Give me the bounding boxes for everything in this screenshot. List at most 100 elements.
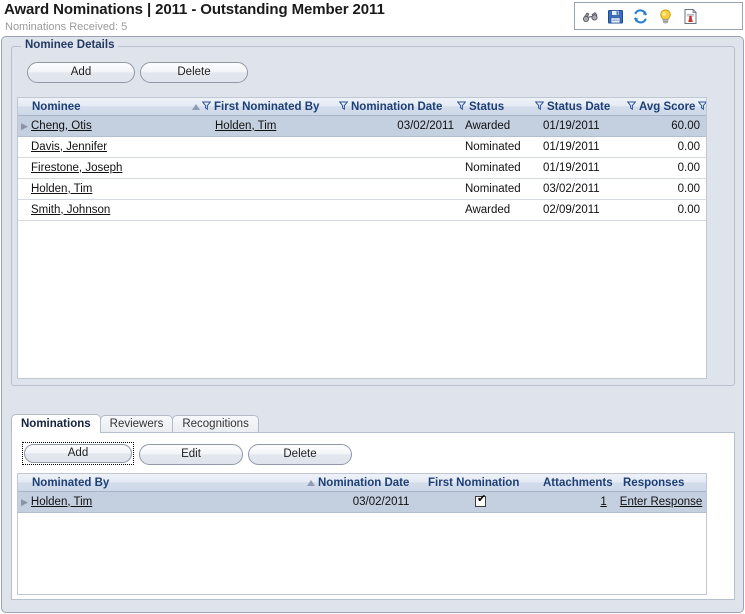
- cell-first-nominated-by: [192, 137, 339, 158]
- cell-status: Nominated: [465, 182, 521, 195]
- filter-funnel-icon[interactable]: [457, 98, 467, 116]
- cell-status-date: 01/19/2011: [543, 140, 600, 153]
- nominee-details-legend: Nominee Details: [21, 39, 119, 51]
- nominations-grid-body: ▶ Holden, Tim 03/02/2011 ✔ 1 Enter Response: [18, 492, 706, 513]
- cell-status: Nominated: [465, 161, 521, 174]
- row-indicator: ▶: [21, 120, 28, 131]
- cell-responses: Enter Response: [617, 492, 706, 513]
- save-icon[interactable]: [607, 8, 624, 25]
- table-row[interactable]: ▶ Cheng, Otis Holden, Tim 03/02/2011 Awarded…: [18, 116, 706, 137]
- nominations-col-attachments[interactable]: Attachments: [542, 474, 622, 492]
- nominee-add-button[interactable]: Add: [27, 62, 135, 83]
- first-nominated-by-link[interactable]: Holden, Tim: [215, 120, 276, 132]
- cell-avg-score: 0.00: [677, 182, 700, 195]
- table-row[interactable]: Smith, Johnson Awarded 02/09/2011 0.00: [18, 200, 706, 221]
- cell-nominee: Cheng, Otis: [31, 116, 192, 137]
- cell-status: Awarded: [465, 203, 511, 216]
- nominee-link[interactable]: Davis, Jennifer: [31, 141, 107, 153]
- report-icon[interactable]: [682, 8, 699, 25]
- tab-reviewers[interactable]: Reviewers: [99, 415, 174, 433]
- nominations-grid: Nominated By Nomination Date First Nomin…: [17, 473, 707, 595]
- cell-status-date: 02/09/2011: [543, 203, 600, 216]
- window-panel: Nominee Details Add Delete Nominee First…: [1, 36, 744, 613]
- nominee-grid: Nominee First Nominated By Nomination Da…: [17, 97, 707, 379]
- cell-first-nominated-by: Holden, Tim: [192, 116, 339, 137]
- cell-attachments: 1: [537, 492, 616, 513]
- nominee-col-rowmark: [18, 98, 31, 116]
- cell-nomination-date: [339, 200, 457, 221]
- cell-nomination-date: [339, 179, 457, 200]
- enter-response-link[interactable]: Enter Response: [620, 496, 702, 508]
- cell-first-nominated-by: [192, 200, 339, 221]
- lightbulb-icon[interactable]: [657, 8, 674, 25]
- cell-nominee: Davis, Jennifer: [31, 137, 192, 158]
- refresh-icon[interactable]: [632, 8, 649, 25]
- nominations-panel: Add Edit Delete Nominated By Nomination …: [11, 432, 735, 600]
- cell-nominee: Smith, Johnson: [31, 200, 192, 221]
- nominee-details-group: Nominee Details Add Delete Nominee First…: [11, 39, 735, 386]
- cell-avg-score: 0.00: [677, 203, 700, 216]
- sort-ascending-icon: [307, 479, 315, 486]
- page-title: Award Nominations | 2011 - Outstanding M…: [4, 1, 385, 18]
- table-row[interactable]: ▶ Holden, Tim 03/02/2011 ✔ 1 Enter Response: [18, 492, 706, 513]
- nominations-edit-button[interactable]: Edit: [139, 444, 243, 465]
- nominee-col-status-date[interactable]: Status Date: [535, 98, 627, 116]
- nominated-by-link[interactable]: Holden, Tim: [31, 496, 92, 508]
- nominee-col-nominee[interactable]: Nominee: [31, 98, 192, 116]
- nominee-delete-button[interactable]: Delete: [140, 62, 248, 83]
- nominations-delete-button[interactable]: Delete: [248, 444, 352, 465]
- cell-nomination-date: 03/02/2011: [352, 495, 410, 508]
- nominations-add-button[interactable]: Add: [24, 444, 132, 463]
- cell-status-date: 01/19/2011: [543, 119, 600, 132]
- cell-avg-score: 0.00: [677, 161, 700, 174]
- nominee-link[interactable]: Holden, Tim: [31, 183, 92, 195]
- tab-recognitions[interactable]: Recognitions: [172, 415, 259, 433]
- cell-avg-score: 0.00: [677, 140, 700, 153]
- sort-ascending-icon: [192, 103, 200, 110]
- nominations-col-nomination-date[interactable]: Nomination Date: [307, 474, 427, 492]
- table-row[interactable]: Holden, Tim Nominated 03/02/2011 0.00: [18, 179, 706, 200]
- nominee-link[interactable]: Firestone, Joseph: [31, 162, 122, 174]
- binoculars-icon[interactable]: [582, 8, 599, 25]
- cell-avg-score: 60.00: [671, 119, 700, 132]
- first-nomination-checkbox[interactable]: ✔: [474, 493, 486, 507]
- table-row[interactable]: Firestone, Joseph Nominated 01/19/2011 0.00: [18, 158, 706, 179]
- nominations-add-focus-ring: Add: [22, 442, 134, 465]
- filter-funnel-icon[interactable]: [535, 98, 545, 116]
- cell-nominated-by: Holden, Tim: [31, 492, 305, 513]
- nominee-col-avg-score[interactable]: Avg Score: [627, 98, 706, 116]
- cell-nomination-date: [339, 158, 457, 179]
- nominee-col-status[interactable]: Status: [457, 98, 535, 116]
- attachments-link[interactable]: 1: [600, 496, 606, 508]
- cell-nomination-date: [339, 137, 457, 158]
- nominee-col-nomination-date[interactable]: Nomination Date: [339, 98, 457, 116]
- cell-status-date: 03/02/2011: [543, 182, 600, 195]
- cell-nominee: Firestone, Joseph: [31, 158, 192, 179]
- nominee-link[interactable]: Cheng, Otis: [31, 120, 92, 132]
- nominee-col-first-nominated-by[interactable]: First Nominated By: [192, 98, 339, 116]
- filter-funnel-icon[interactable]: [339, 98, 349, 116]
- cell-first-nominated-by: [192, 158, 339, 179]
- filter-funnel-icon[interactable]: [698, 98, 706, 116]
- row-indicator: ▶: [20, 496, 28, 507]
- cell-status: Awarded: [465, 119, 511, 132]
- filter-funnel-icon[interactable]: [201, 98, 212, 116]
- nominee-grid-header: Nominee First Nominated By Nomination Da…: [18, 98, 706, 116]
- nominee-link[interactable]: Smith, Johnson: [31, 204, 110, 216]
- nominee-grid-body: ▶ Cheng, Otis Holden, Tim 03/02/2011 Awarded…: [18, 116, 706, 221]
- table-row[interactable]: Davis, Jennifer Nominated 01/19/2011 0.00: [18, 137, 706, 158]
- nominations-grid-header: Nominated By Nomination Date First Nomin…: [18, 474, 706, 492]
- nominations-col-first-nomination[interactable]: First Nomination: [427, 474, 542, 492]
- nominations-col-responses[interactable]: Responses: [622, 474, 702, 492]
- cell-first-nominated-by: [192, 179, 339, 200]
- cell-nomination-date: 03/02/2011: [397, 119, 454, 132]
- tab-bar: Nominations Reviewers Recognitions: [11, 414, 259, 433]
- tab-nominations[interactable]: Nominations: [11, 414, 101, 433]
- filter-funnel-icon[interactable]: [627, 98, 637, 116]
- nominations-col-nominated-by[interactable]: Nominated By: [31, 474, 307, 492]
- nominations-col-rowmark: [18, 474, 31, 492]
- cell-status-date: 01/19/2011: [543, 161, 600, 174]
- cell-nominee: Holden, Tim: [31, 179, 192, 200]
- toolbar: [574, 2, 743, 30]
- nominations-received-count: Nominations Received: 5: [5, 21, 128, 33]
